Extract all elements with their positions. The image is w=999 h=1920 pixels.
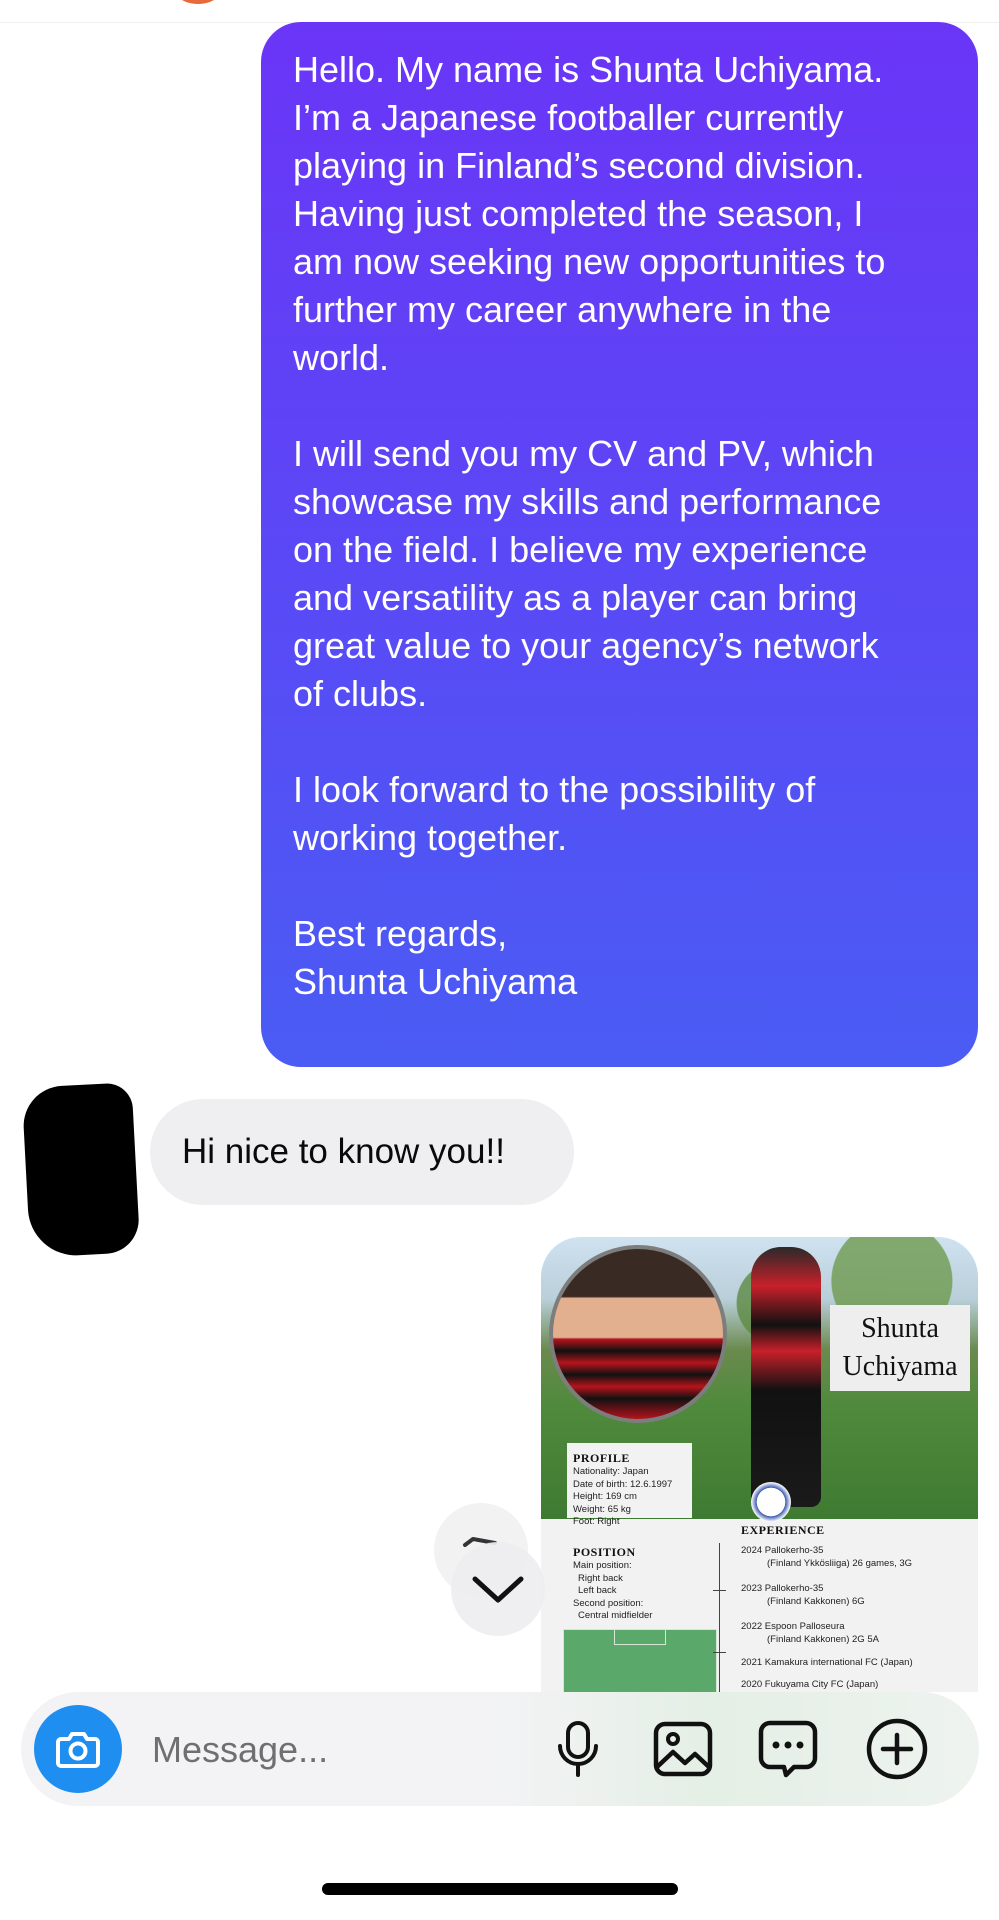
scroll-to-bottom-button[interactable] (451, 1542, 545, 1636)
cv-profile-line: Weight: 65 kg (573, 1503, 631, 1515)
incoming-message-bubble[interactable]: Hi nice to know you!! (150, 1099, 574, 1205)
camera-icon (56, 1732, 100, 1768)
cv-profile-line: Height: 169 cm (573, 1491, 637, 1502)
message-paragraph: Best regards, Shunta Uchiyama (293, 913, 578, 1002)
cv-position-line: Main position: (573, 1560, 632, 1571)
cv-experience-line: 2022 Espoon Palloseura (741, 1621, 845, 1632)
more-options-button[interactable] (862, 1714, 932, 1784)
cv-profile-line: Foot: Right (573, 1516, 620, 1527)
message-paragraph: I will send you my CV and PV, which show… (293, 433, 882, 714)
incoming-message-text: Hi nice to know you!! (182, 1132, 505, 1171)
message-paragraph: I look forward to the possibility of wor… (293, 769, 816, 858)
cv-experience-item: 2020 Fukuyama City FC (Japan) (741, 1679, 878, 1692)
photo-football (751, 1482, 791, 1522)
cv-position-line: Right back (578, 1572, 623, 1584)
message-composer (21, 1692, 979, 1806)
header-avatar[interactable] (176, 0, 220, 4)
cv-experience-detail: (Finland Ykkösliiga) 26 games, 3G (767, 1557, 913, 1569)
sticker-button[interactable] (753, 1714, 823, 1784)
cv-timeline-tick (719, 1585, 720, 1596)
cv-position-line: Central midfielder (578, 1610, 653, 1621)
cv-profile-line: Nationality: Japan (573, 1466, 649, 1477)
home-indicator[interactable] (322, 1883, 678, 1895)
cv-image-attachment[interactable]: Shunta Uchiyama PROFILE Nationality: Jap… (541, 1237, 978, 1692)
cv-timeline-line (719, 1543, 720, 1692)
cv-position-section: POSITION Main position: Right back Left … (573, 1545, 652, 1623)
cv-pitch-diagram (563, 1629, 717, 1692)
message-paragraph: Hello. My name is Shunta Uchiyama. I’m a… (293, 49, 886, 378)
cv-portrait-photo (549, 1245, 727, 1423)
cv-experience-line: 2024 Pallokerho-35 (741, 1545, 824, 1556)
camera-button[interactable] (34, 1705, 122, 1793)
sticker-icon (758, 1720, 818, 1778)
gallery-button[interactable] (648, 1714, 718, 1784)
cv-experience-line: 2021 Kamakura international FC (Japan) (741, 1657, 913, 1668)
cv-experience-item: 2022 Espoon Palloseura (Finland Kakkonen… (741, 1621, 879, 1646)
cv-experience-item: 2023 Pallokerho-35 (Finland Kakkonen) 6G (741, 1583, 865, 1608)
cv-profile-heading: PROFILE (573, 1451, 630, 1465)
pitch-box (614, 1630, 666, 1645)
plus-icon (866, 1718, 928, 1780)
message-input[interactable] (150, 1724, 554, 1776)
voice-message-button[interactable] (543, 1714, 613, 1784)
cv-position-line: Left back (578, 1585, 617, 1596)
cv-first-name: Shunta (861, 1313, 939, 1344)
cv-last-name: Uchiyama (842, 1351, 958, 1382)
gallery-icon (653, 1721, 713, 1777)
cv-experience-detail: (Finland Kakkonen) 2G 5A (767, 1633, 879, 1645)
cv-profile-line: Date of birth: 12.6.1997 (573, 1478, 673, 1490)
cv-name-box: Shunta Uchiyama (830, 1305, 970, 1391)
cv-experience-heading: EXPERIENCE (741, 1523, 825, 1537)
cv-timeline-tick (719, 1647, 720, 1658)
photo-player (751, 1247, 821, 1507)
chevron-down-icon (472, 1576, 524, 1603)
cv-experience-item: 2021 Kamakura international FC (Japan) (741, 1657, 913, 1670)
cv-position-line: Second position: (573, 1597, 644, 1609)
cv-experience-line: 2020 Fukuyama City FC (Japan) (741, 1679, 879, 1690)
microphone-icon (558, 1721, 598, 1777)
cv-position-heading: POSITION (573, 1545, 636, 1559)
outgoing-message-bubble[interactable]: Hello. My name is Shunta Uchiyama. I’m a… (261, 22, 978, 1067)
sender-avatar-redacted[interactable] (21, 1082, 141, 1258)
cv-experience-item: 2024 Pallokerho-35 (Finland Ykkösliiga) … (741, 1545, 912, 1570)
cv-experience-line: 2023 Pallokerho-35 (741, 1583, 824, 1594)
cv-experience-detail: (Finland Kakkonen) 6G (767, 1595, 865, 1607)
cv-profile-section: PROFILE Nationality: Japan Date of birth… (573, 1451, 672, 1529)
